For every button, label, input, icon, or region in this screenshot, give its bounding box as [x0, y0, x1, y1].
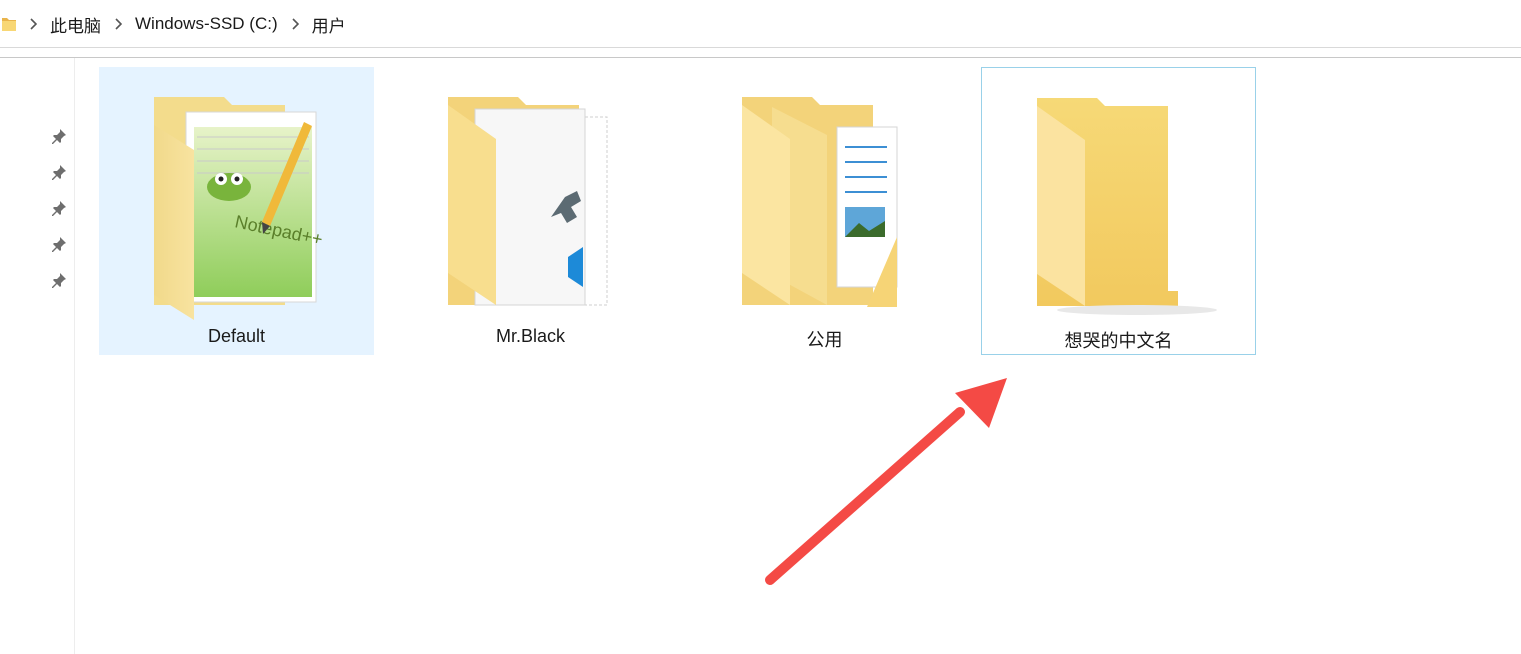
navigation-pane[interactable]	[0, 58, 75, 654]
pin-icon[interactable]	[51, 164, 67, 180]
chevron-right-icon[interactable]	[107, 15, 129, 33]
folder-label: 想哭的中文名	[1064, 331, 1173, 351]
pin-icon[interactable]	[51, 272, 67, 288]
public-folder-icon	[742, 97, 898, 307]
breadcrumb-users[interactable]: 用户	[310, 12, 348, 37]
documents-folder-icon	[448, 97, 608, 306]
chevron-right-icon[interactable]	[22, 15, 44, 33]
divider	[0, 57, 1521, 58]
folder-item-default[interactable]: Notepad++ Default	[99, 67, 374, 355]
pin-icon[interactable]	[51, 236, 67, 252]
folder-item-chinese-name[interactable]: 想哭的中文名	[981, 67, 1256, 355]
breadcrumb-this-pc[interactable]: 此电脑	[48, 12, 103, 37]
pin-icon[interactable]	[51, 128, 67, 144]
folder-label: 公用	[806, 330, 843, 350]
folder-icon	[2, 18, 16, 31]
folder-label: Mr.Black	[495, 326, 565, 346]
folder-label: Default	[207, 326, 266, 346]
empty-folder-icon	[1037, 98, 1217, 315]
chevron-right-icon[interactable]	[284, 15, 306, 33]
folder-item-mr-black[interactable]: Mr.Black	[393, 67, 668, 355]
notepad-folder-icon: Notepad++	[154, 97, 324, 320]
breadcrumb-drive-c[interactable]: Windows-SSD (C:)	[133, 14, 280, 34]
pin-icon[interactable]	[51, 200, 67, 216]
breadcrumb: 此电脑 Windows-SSD (C:) 用户	[0, 6, 348, 42]
address-bar[interactable]: 此电脑 Windows-SSD (C:) 用户	[0, 0, 1521, 48]
folder-item-public[interactable]: 公用	[687, 67, 962, 355]
